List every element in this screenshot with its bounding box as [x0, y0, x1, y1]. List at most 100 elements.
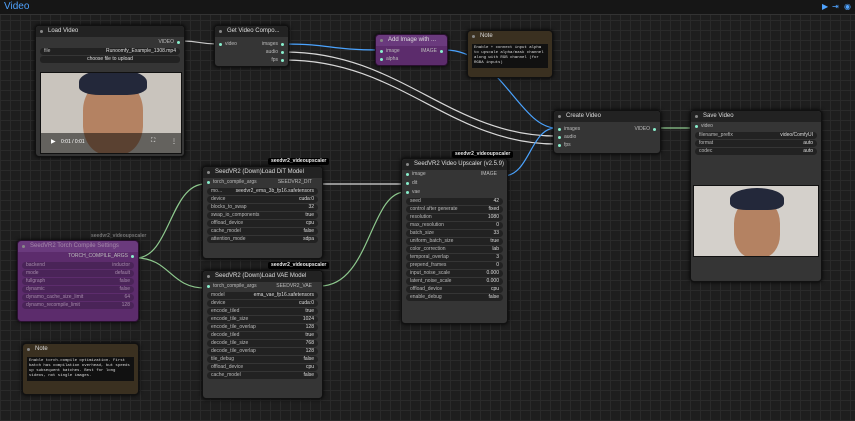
widget-label: uniform_batch_size	[410, 238, 454, 244]
widget-value: cpu	[490, 286, 499, 292]
vae-widget-decode-tiled[interactable]: decode_tiled true	[207, 332, 318, 339]
upscaler-widget-color-correction[interactable]: color_correction lab	[406, 246, 503, 253]
output-label[interactable]: SEEDVR2_VAE	[276, 282, 312, 291]
add-image-alpha-node[interactable]: Add Image with ... image IMAGE alpha	[375, 34, 448, 66]
dit-widget-model[interactable]: mo... seedvr2_ema_3b_fp16.safetensors	[207, 188, 318, 195]
node-title[interactable]: Note	[23, 344, 138, 355]
dit-widget-swap-io[interactable]: swap_io_components true	[207, 212, 318, 219]
input-alpha[interactable]: alpha	[376, 55, 398, 64]
node-title[interactable]: SeedVR2 Video Upscaler (v2.5.9)	[402, 159, 507, 170]
vae-widget-cache-model[interactable]: cache_model false	[207, 372, 318, 379]
fullscreen-icon[interactable]: ⛶	[151, 138, 155, 145]
node-title[interactable]: Create Video	[554, 111, 660, 122]
output-fps[interactable]: fps	[271, 56, 288, 65]
widget-label: encode_tiled	[211, 308, 240, 314]
upload-button[interactable]: choose file to upload	[40, 56, 180, 63]
upscaler-widget-uniform-batch[interactable]: uniform_batch_size true	[406, 238, 503, 245]
load-video-node[interactable]: Load Video VIDEO file Runoomfy_Example_13…	[35, 25, 185, 157]
codec-widget[interactable]: codec auto	[695, 148, 817, 155]
tc-widget-mode[interactable]: mode default	[22, 270, 134, 277]
note-text[interactable]: Enable torch.compile optimization. First…	[27, 357, 134, 381]
vae-widget-device[interactable]: device cuda:0	[207, 300, 318, 307]
upscaler-widget-control[interactable]: control after generate fixed	[406, 206, 503, 213]
upscaler-widget-latent-noise[interactable]: latent_noise_scale 0.000	[406, 278, 503, 285]
input-vae[interactable]: vae	[402, 188, 507, 197]
output-torch-compile-args[interactable]: TORCH_COMPILE_ARGS	[18, 252, 138, 261]
torch-compile-node[interactable]: SeedVR2 Torch Compile Settings TORCH_COM…	[17, 240, 139, 322]
output-video[interactable]: VIDEO	[634, 125, 660, 134]
output-label[interactable]: SEEDVR2_DIT	[278, 178, 312, 187]
vae-widget-offload-device[interactable]: offload_device cpu	[207, 364, 318, 371]
input-video[interactable]: video	[691, 122, 821, 131]
eye-icon[interactable]: ◉	[844, 2, 851, 11]
video-preview[interactable]: ▶ 0:01 / 0:01 ⛶ ⋮	[40, 72, 182, 154]
file-widget[interactable]: file Runoomfy_Example_1308.mp4	[40, 48, 180, 55]
upscaler-widget-resolution[interactable]: resolution 1080	[406, 214, 503, 221]
widget-label: enable_debug	[410, 294, 442, 300]
widget-label: mode	[26, 270, 39, 276]
save-video-node[interactable]: Save Video video filename_prefix video/Co…	[690, 110, 822, 282]
output-video[interactable]: VIDEO	[36, 38, 184, 47]
vae-widget-encode-tile-size[interactable]: encode_tile_size 1024	[207, 316, 318, 323]
note-text[interactable]: Enable + connect input alpha to upscale …	[472, 44, 548, 68]
node-title[interactable]: Load Video	[36, 26, 184, 37]
note-top-node[interactable]: Note Enable + connect input alpha to ups…	[467, 30, 553, 78]
tc-widget-recompile-limit[interactable]: dynamo_recompile_limit 128	[22, 302, 134, 309]
upscaler-widget-batch-size[interactable]: batch_size 33	[406, 230, 503, 237]
tc-widget-dynamic[interactable]: dynamic false	[22, 286, 134, 293]
node-title[interactable]: SeedVR2 (Down)Load VAE Model	[203, 271, 322, 282]
vae-widget-encode-tiled[interactable]: encode_tiled true	[207, 308, 318, 315]
video-upscaler-node[interactable]: SeedVR2 Video Upscaler (v2.5.9) image IMA…	[401, 158, 508, 324]
dit-widget-device[interactable]: device cuda:0	[207, 196, 318, 203]
node-title[interactable]: Save Video	[691, 111, 821, 122]
input-torch-compile-args[interactable]: torch_compile_args SEEDVR2_DIT	[203, 178, 322, 187]
dit-widget-attention-mode[interactable]: attention_mode sdpa	[207, 236, 318, 243]
output-image[interactable]: IMAGE	[421, 47, 447, 56]
node-title[interactable]: Note	[468, 31, 552, 42]
dit-widget-cache-model[interactable]: cache_model false	[207, 228, 318, 235]
upscaler-widget-temporal-overlap[interactable]: temporal_overlap 3	[406, 254, 503, 261]
tc-widget-fullgraph[interactable]: fullgraph false	[22, 278, 134, 285]
play-button-icon[interactable]: ▶	[51, 138, 56, 145]
create-video-node[interactable]: Create Video images VIDEO audio fps	[553, 110, 661, 154]
input-torch-compile-args[interactable]: torch_compile_args SEEDVR2_VAE	[203, 282, 322, 291]
upscaler-widget-input-noise[interactable]: input_noise_scale 0.000	[406, 270, 503, 277]
vae-widget-decode-tile-overlap[interactable]: decode_tile_overlap 128	[207, 348, 318, 355]
widget-label: backend	[26, 262, 45, 268]
widget-value: fixed	[488, 206, 499, 212]
dit-widget-offload-device[interactable]: offload_device cpu	[207, 220, 318, 227]
vae-widget-model[interactable]: model ema_vae_fp16.safetensors	[207, 292, 318, 299]
more-icon[interactable]: ⋮	[171, 138, 177, 145]
widget-label: max_resolution	[410, 222, 444, 228]
get-video-components-node[interactable]: Get Video Compo... video images audio fp…	[214, 25, 289, 67]
input-image[interactable]: image IMAGE	[402, 170, 507, 179]
input-video[interactable]: video	[215, 40, 237, 49]
input-fps[interactable]: fps	[554, 141, 571, 150]
vae-widget-encode-tile-overlap[interactable]: encode_tile_overlap 128	[207, 324, 318, 331]
vae-model-node[interactable]: SeedVR2 (Down)Load VAE Model torch_compi…	[202, 270, 323, 399]
node-title[interactable]: SeedVR2 Torch Compile Settings	[18, 241, 138, 252]
node-title[interactable]: Get Video Compo...	[215, 26, 288, 37]
filename-prefix-widget[interactable]: filename_prefix video/ComfyUI	[695, 132, 817, 139]
vae-widget-tile-debug[interactable]: tile_debug false	[207, 356, 318, 363]
upscaler-widget-offload-device[interactable]: offload_device cpu	[406, 286, 503, 293]
format-widget[interactable]: format auto	[695, 140, 817, 147]
upscaler-widget-prepend-frames[interactable]: prepend_frames 0	[406, 262, 503, 269]
node-title[interactable]: SeedVR2 (Down)Load DiT Model	[203, 167, 322, 178]
upscaler-widget-enable-debug[interactable]: enable_debug false	[406, 294, 503, 301]
tc-widget-cache-limit[interactable]: dynamo_cache_size_limit 64	[22, 294, 134, 301]
vae-widget-decode-tile-size[interactable]: decode_tile_size 768	[207, 340, 318, 347]
dit-model-node[interactable]: SeedVR2 (Down)Load DiT Model torch_compi…	[202, 166, 323, 259]
step-icon[interactable]: ⇥	[832, 2, 839, 11]
node-title[interactable]: Add Image with ...	[376, 35, 447, 46]
top-bar: Video ▶ ⇥ ◉	[0, 0, 855, 15]
output-label[interactable]: IMAGE	[481, 170, 497, 179]
input-dit[interactable]: dit	[402, 179, 507, 188]
upscaler-widget-seed[interactable]: seed 42	[406, 198, 503, 205]
note-bottom-node[interactable]: Note Enable torch.compile optimization. …	[22, 343, 139, 395]
widget-label: codec	[699, 148, 713, 154]
tc-widget-backend[interactable]: backend inductor	[22, 262, 134, 269]
upscaler-widget-max-resolution[interactable]: max_resolution 0	[406, 222, 503, 229]
dit-widget-blocks-to-swap[interactable]: blocks_to_swap 32	[207, 204, 318, 211]
play-icon[interactable]: ▶	[822, 2, 828, 11]
